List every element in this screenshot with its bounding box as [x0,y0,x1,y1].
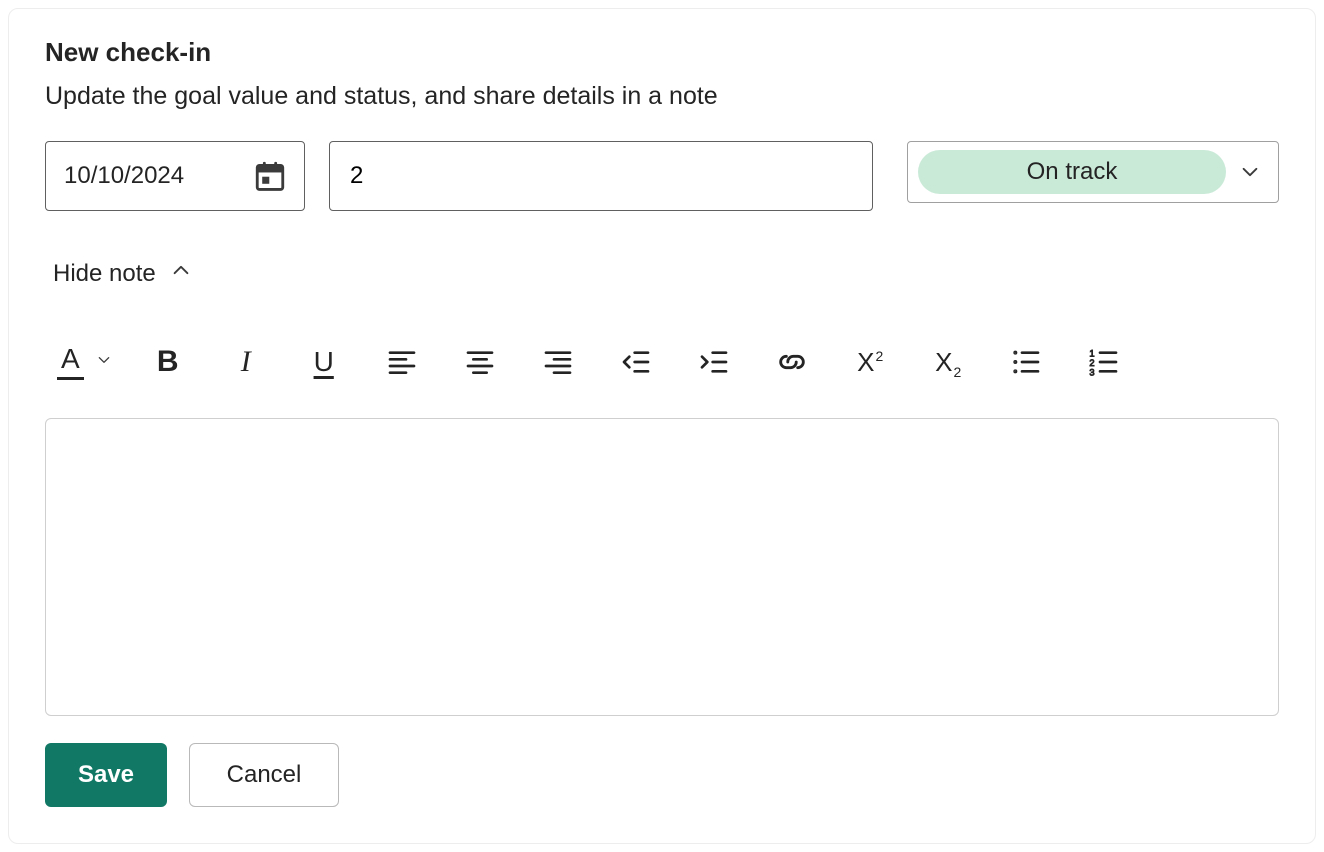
chevron-down-icon [96,352,112,373]
status-label: On track [1027,158,1118,186]
underline-icon: U [314,346,334,378]
date-value: 10/10/2024 [64,162,184,190]
date-input[interactable]: 10/10/2024 [45,141,305,211]
status-select[interactable]: On track [907,141,1279,203]
action-row: Save Cancel [45,743,1279,807]
link-button[interactable] [770,340,814,384]
underline-button[interactable]: U [302,340,346,384]
dialog-title: New check-in [45,37,1279,68]
toggle-note-button[interactable]: Hide note [45,253,200,294]
indent-button[interactable] [692,340,736,384]
indent-icon [698,346,730,378]
value-input[interactable] [330,142,872,210]
font-color-button[interactable]: A [57,345,112,380]
check-in-card: New check-in Update the goal value and s… [8,8,1316,844]
align-left-button[interactable] [380,340,424,384]
align-center-button[interactable] [458,340,502,384]
font-color-icon: A [57,345,84,380]
chevron-up-icon [170,259,192,288]
bullet-list-button[interactable] [1004,340,1048,384]
note-editor[interactable] [45,418,1279,716]
outdent-button[interactable] [614,340,658,384]
align-right-icon [542,346,574,378]
outdent-icon [620,346,652,378]
bold-icon: B [157,345,179,379]
cancel-button[interactable]: Cancel [189,743,339,807]
value-input-wrapper [329,141,873,211]
input-row: 10/10/2024 On track [45,141,1279,211]
subscript-button[interactable]: X2 [926,340,970,384]
bold-button[interactable]: B [146,340,190,384]
editor-toolbar: A B I U X2 X2 [45,340,1279,384]
save-button[interactable]: Save [45,743,167,807]
bullet-list-icon [1010,346,1042,378]
italic-icon: I [241,345,251,379]
toggle-note-label: Hide note [53,260,156,288]
subscript-icon: X2 [935,347,960,378]
dialog-subtitle: Update the goal value and status, and sh… [45,82,1279,111]
link-icon [775,345,809,379]
superscript-button[interactable]: X2 [848,340,892,384]
numbered-list-icon: 123 [1088,346,1120,378]
superscript-icon: X2 [857,347,882,378]
numbered-list-button[interactable]: 123 [1082,340,1126,384]
align-left-icon [386,346,418,378]
align-center-icon [464,346,496,378]
chevron-down-icon [1236,158,1264,186]
italic-button[interactable]: I [224,340,268,384]
align-right-button[interactable] [536,340,580,384]
status-pill: On track [918,150,1226,194]
calendar-icon[interactable] [250,156,290,196]
svg-text:3: 3 [1089,367,1094,377]
